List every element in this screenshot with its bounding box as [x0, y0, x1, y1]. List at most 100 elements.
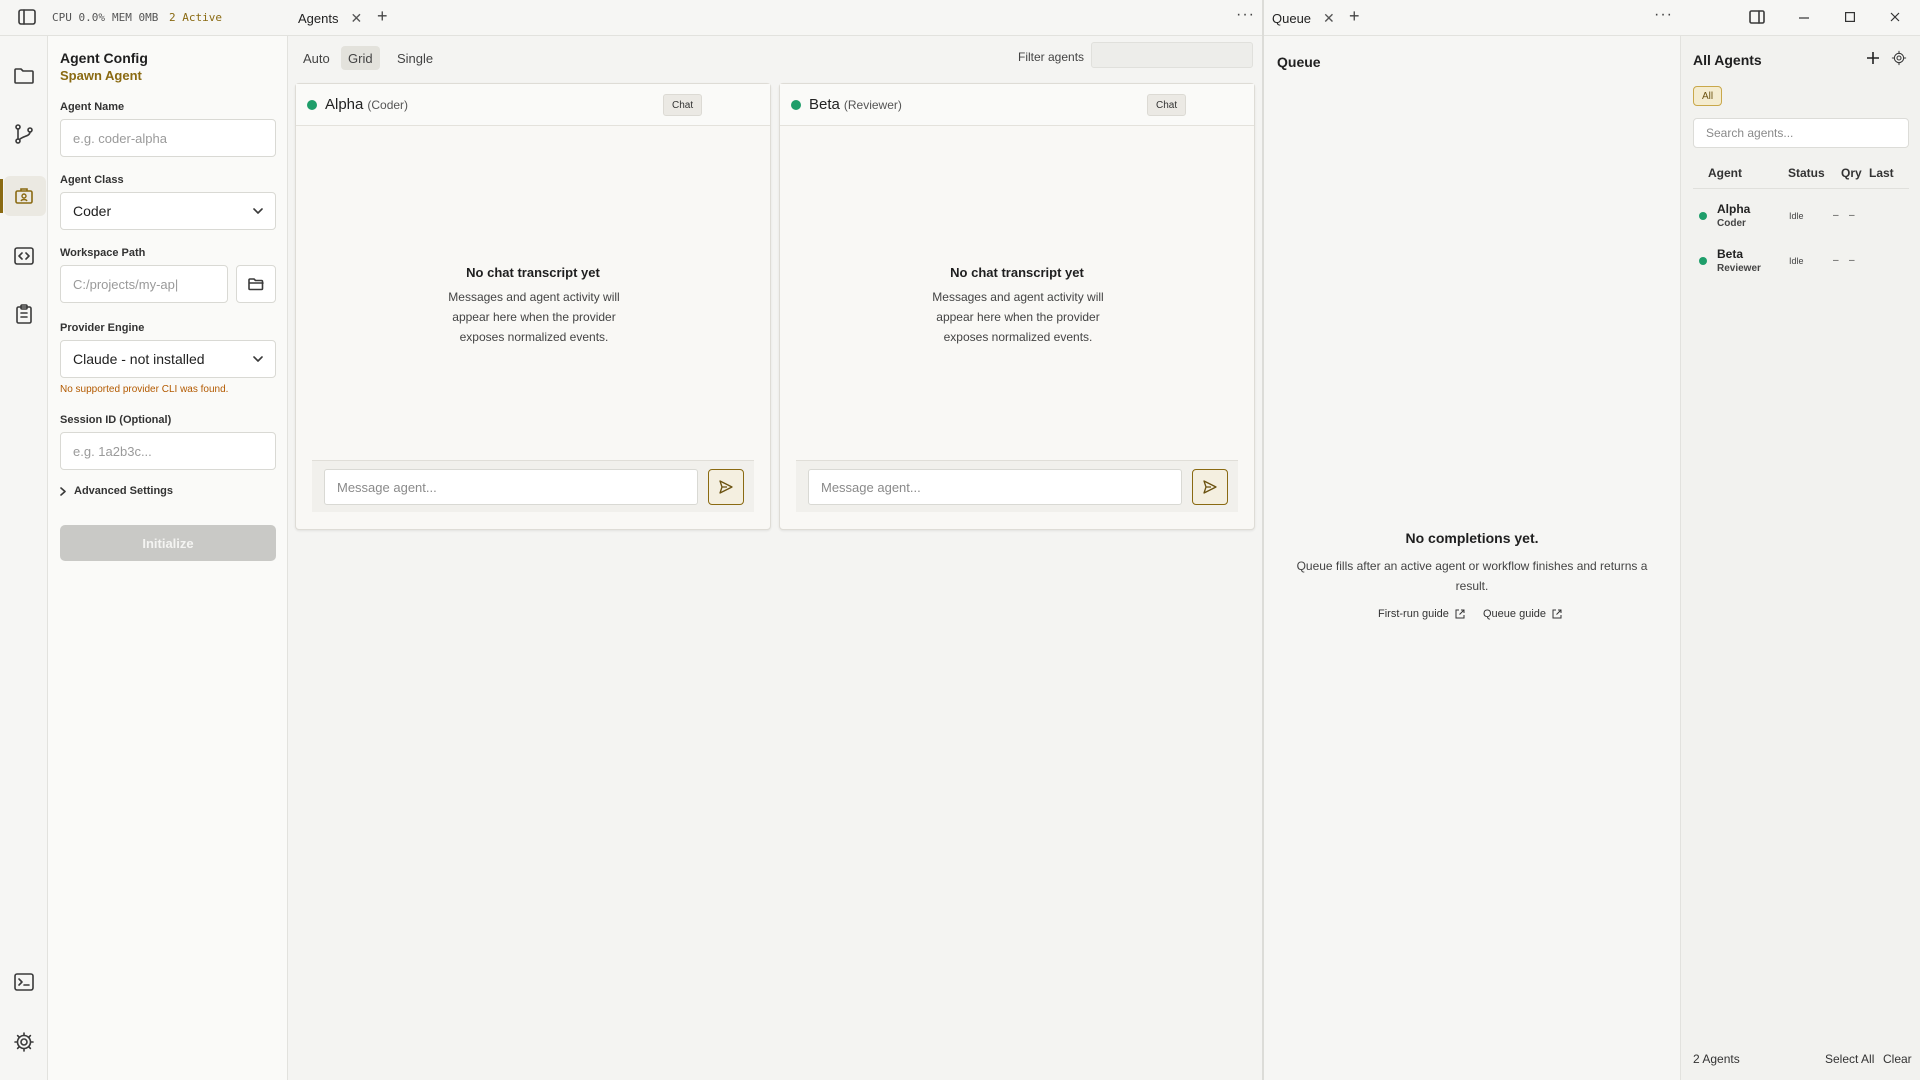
close-icon[interactable]: ✕	[1323, 10, 1335, 27]
row-agent-name: Beta	[1717, 247, 1744, 261]
workspace-path-label: Workspace Path	[60, 247, 146, 259]
card-title: Beta (Reviewer)	[809, 96, 902, 113]
session-id-label: Session ID (Optional)	[60, 414, 172, 426]
external-link-icon	[1552, 609, 1562, 619]
send-button[interactable]	[708, 469, 744, 505]
chat-button[interactable]: Chat	[663, 94, 703, 116]
title-bar: CPU 0.0% MEM 0MB 2 Active Agents ✕ + ···…	[0, 0, 1920, 36]
minimize-icon[interactable]	[1799, 17, 1809, 19]
status-dot	[307, 100, 317, 110]
empty-transcript-title: No chat transcript yet	[950, 265, 1084, 280]
add-tab-button[interactable]: +	[1349, 6, 1360, 27]
message-placeholder: Message agent...	[821, 479, 921, 495]
agent-config-panel: Agent Config Spawn Agent Agent Name e.g.…	[48, 36, 288, 1080]
active-indicator	[0, 179, 3, 213]
table-row[interactable]: Beta Reviewer Idle – –	[1693, 243, 1909, 279]
card-header: Alpha (Coder) Chat	[296, 84, 770, 126]
first-run-guide-link[interactable]: First-run guide	[1378, 608, 1465, 620]
maximize-icon[interactable]	[1845, 12, 1855, 22]
search-agents-input[interactable]: Search agents...	[1693, 118, 1909, 148]
message-input[interactable]: Message agent...	[808, 469, 1182, 505]
workspace-path-input[interactable]: C:/projects/my-ap|	[60, 265, 228, 303]
row-qry: –	[1833, 255, 1839, 266]
more-options-icon[interactable]: ···	[1654, 6, 1673, 24]
all-agents-title: All Agents	[1693, 52, 1762, 68]
message-composer: Message agent...	[796, 460, 1238, 512]
status-dot	[791, 100, 801, 110]
agent-name: Alpha	[325, 96, 364, 113]
table-row[interactable]: Alpha Coder Idle – –	[1693, 198, 1909, 234]
mode-single[interactable]: Single	[390, 46, 440, 70]
add-tab-button[interactable]: +	[377, 6, 388, 27]
agents-view: Auto Grid Single Filter agents Alpha (Cod…	[288, 36, 1262, 1080]
queue-guide-link[interactable]: Queue guide	[1483, 608, 1562, 620]
session-id-placeholder: e.g. 1a2b3c...	[73, 443, 152, 459]
sidebar-toggle-icon[interactable]	[18, 9, 36, 25]
initialize-button[interactable]: Initialize	[60, 525, 276, 561]
advanced-settings-toggle[interactable]: Advanced Settings	[60, 485, 173, 497]
agent-count: 2 Agents	[1693, 1052, 1740, 1066]
split-panel-icon[interactable]	[1749, 10, 1765, 24]
agents-icon[interactable]	[12, 184, 36, 208]
window-close-icon[interactable]	[1890, 12, 1900, 22]
tab-queue[interactable]: Queue ✕	[1272, 0, 1335, 36]
session-id-input[interactable]: e.g. 1a2b3c...	[60, 432, 276, 470]
empty-transcript-title: No chat transcript yet	[466, 265, 600, 280]
first-run-guide-label: First-run guide	[1378, 608, 1449, 620]
queue-empty-desc: Queue fills after an active agent or wor…	[1296, 559, 1648, 593]
agent-card-alpha: Alpha (Coder) Chat No chat transcript yet…	[295, 83, 771, 530]
provider-engine-select[interactable]: Claude - not installed	[60, 340, 276, 378]
column-status[interactable]: Status	[1788, 166, 1825, 180]
agent-name-placeholder: e.g. coder-alpha	[73, 130, 167, 146]
more-options-icon[interactable]: ···	[1236, 6, 1255, 24]
folder-icon[interactable]	[12, 64, 36, 88]
browse-folder-button[interactable]	[236, 265, 276, 303]
empty-transcript-desc: Messages and agent activity will appear …	[932, 290, 1104, 344]
terminal-icon[interactable]	[12, 970, 36, 994]
settings-gear-icon[interactable]	[1891, 50, 1907, 66]
message-composer: Message agent...	[312, 460, 754, 512]
filter-agents-input[interactable]	[1091, 42, 1253, 68]
send-icon	[1203, 480, 1217, 494]
agent-class-label: Agent Class	[60, 174, 124, 186]
queue-guide-label: Queue guide	[1483, 608, 1546, 620]
advanced-settings-label: Advanced Settings	[74, 485, 174, 497]
external-link-icon	[1455, 609, 1465, 619]
active-count: 2 Active	[169, 11, 222, 24]
status-dot	[1699, 212, 1707, 220]
mem-stat: MEM 0MB	[112, 11, 159, 24]
clear-button[interactable]: Clear	[1883, 1052, 1912, 1066]
message-input[interactable]: Message agent...	[324, 469, 698, 505]
table-header-divider	[1693, 188, 1909, 189]
queue-title: Queue	[1277, 54, 1321, 70]
filter-agents-label: Filter agents	[1018, 50, 1085, 64]
row-agent-role: Reviewer	[1717, 263, 1761, 274]
folder-open-icon	[248, 278, 264, 291]
agent-role: (Coder)	[367, 98, 409, 112]
message-placeholder: Message agent...	[337, 479, 437, 495]
select-all-button[interactable]: Select All	[1825, 1052, 1874, 1066]
agent-class-select[interactable]: Coder	[60, 192, 276, 230]
send-button[interactable]	[1192, 469, 1228, 505]
column-last[interactable]: Last	[1869, 166, 1894, 180]
chevron-down-icon	[253, 356, 263, 362]
settings-gear-icon[interactable]	[12, 1030, 36, 1054]
column-qry[interactable]: Qry	[1841, 166, 1862, 180]
add-agent-icon[interactable]	[1866, 51, 1880, 65]
code-window-icon[interactable]	[12, 244, 36, 268]
chat-button[interactable]: Chat	[1147, 94, 1187, 116]
agent-role: (Reviewer)	[843, 98, 902, 112]
git-branch-icon[interactable]	[12, 122, 36, 146]
close-icon[interactable]: ✕	[350, 10, 362, 27]
empty-transcript-desc: Messages and agent activity will appear …	[448, 290, 620, 344]
clipboard-icon[interactable]	[12, 302, 36, 326]
filter-chip-all[interactable]: All	[1693, 86, 1723, 106]
row-agent-name: Alpha	[1717, 202, 1751, 216]
agent-name-input[interactable]: e.g. coder-alpha	[60, 119, 276, 157]
mode-auto[interactable]: Auto	[296, 46, 337, 70]
all-agents-panel: All Agents All Search agents... Agent St…	[1680, 36, 1920, 1080]
column-agent[interactable]: Agent	[1708, 166, 1742, 180]
tab-agents[interactable]: Agents ✕	[298, 0, 362, 36]
mode-grid[interactable]: Grid	[341, 46, 380, 70]
tab-agents-label: Agents	[298, 10, 339, 26]
